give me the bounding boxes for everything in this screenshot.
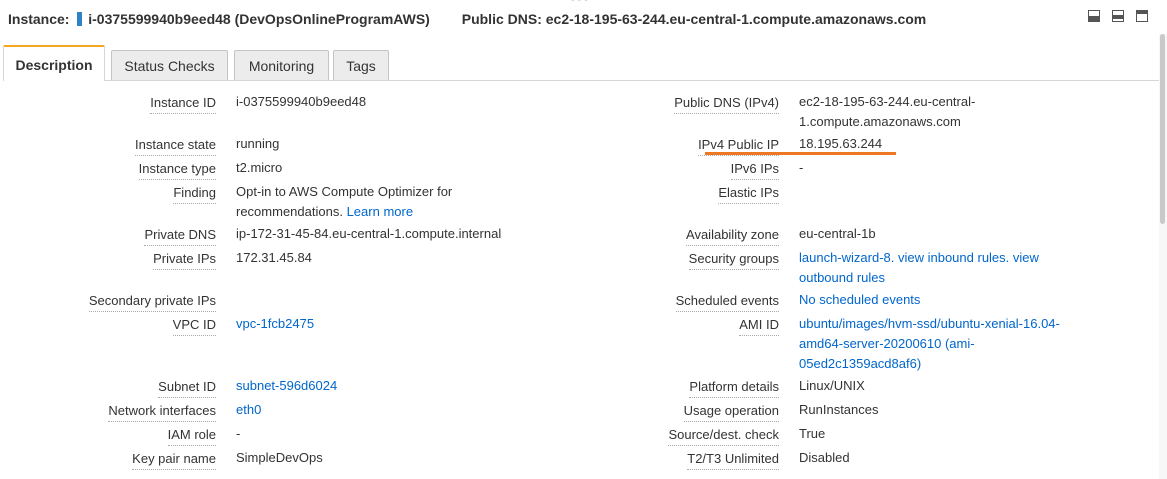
instance-color-marker [77,12,83,26]
label-key-pair-name: Key pair name [132,451,216,470]
label-ami-id: AMI ID [739,317,779,336]
value-public-dns-ipv4: ec2-18-195-63-244.eu-central- 1.compute.… [799,94,976,129]
value-platform-details: Linux/UNIX [799,378,865,393]
tab-monitoring[interactable]: Monitoring [234,50,329,80]
label-ipv6-ips: IPv6 IPs [730,161,779,180]
layout-top-icon[interactable] [1136,10,1148,22]
value-ipv6-ips: - [799,160,804,175]
label-instance-id: Instance ID [150,95,216,114]
label-availability-zone: Availability zone [686,227,779,246]
scrollbar-thumb[interactable] [1160,34,1165,224]
label-instance-state: Instance state [135,137,216,156]
public-dns-label: Public DNS: [461,11,542,27]
network-interface-link[interactable]: eth0 [236,400,261,420]
label-platform-details: Platform details [689,379,779,398]
value-finding: Opt-in to AWS Compute Optimizer for reco… [236,184,453,219]
learn-more-link[interactable]: Learn more [347,204,413,219]
value-t2t3-unlimited: Disabled [799,450,850,465]
label-secondary-private-ips: Secondary private IPs [88,293,216,312]
label-public-dns-ipv4: Public DNS (IPv4) [674,95,779,114]
resize-handle-icon[interactable]: °°° [571,0,591,7]
value-source-dest-check: True [799,426,826,441]
label-finding: Finding [173,185,216,204]
value-instance-type: t2.micro [236,160,283,175]
value-instance-state: running [236,136,280,151]
public-dns-value: ec2-18-195-63-244.eu-central-1.compute.a… [545,11,927,27]
vpc-id-link[interactable]: vpc-1fcb2475 [236,314,314,334]
instance-value: i-0375599940b9eed48 (DevOpsOnlineProgram… [88,11,430,27]
subnet-id-link[interactable]: subnet-596d6024 [236,376,337,396]
label-subnet-id: Subnet ID [158,379,216,398]
tab-tags[interactable]: Tags [333,50,389,80]
layout-split-icon[interactable] [1112,10,1124,22]
label-security-groups: Security groups [688,251,779,270]
label-instance-type: Instance type [138,161,216,180]
layout-bottom-icon[interactable] [1088,10,1100,22]
tab-description[interactable]: Description [3,45,105,81]
value-instance-id: i-0375599940b9eed48 [236,94,367,109]
label-source-dest-check: Source/dest. check [668,427,779,446]
label-private-ips: Private IPs [153,251,216,270]
value-availability-zone: eu-central-1b [799,226,876,241]
instance-header: Instance: i-0375599940b9eed48 (DevOpsOnl… [8,11,926,27]
tab-status-checks[interactable]: Status Checks [111,50,228,80]
label-elastic-ips: Elastic IPs [718,185,779,204]
scheduled-events-link[interactable]: No scheduled events [799,290,920,310]
label-private-dns: Private DNS [144,227,216,246]
label-vpc-id: VPC ID [172,317,216,336]
value-private-dns: ip-172-31-45-84.eu-central-1.compute.int… [236,226,502,241]
value-iam-role: - [236,426,241,441]
value-private-ips: 172.31.45.84 [236,250,312,265]
label-scheduled-events: Scheduled events [675,293,779,312]
annotation-underline [705,152,896,155]
value-ipv4-public-ip: 18.195.63.244 [799,136,883,151]
instance-label: Instance: [8,11,70,27]
value-key-pair-name: SimpleDevOps [236,450,323,465]
label-iam-role: IAM role [167,427,216,446]
label-usage-operation: Usage operation [683,403,779,422]
ami-id-link[interactable]: ubuntu/images/hvm-ssd/ubuntu-xenial-16.0… [799,314,1060,374]
label-t2t3-unlimited: T2/T3 Unlimited [687,451,779,470]
label-network-interfaces: Network interfaces [108,403,216,422]
tab-bar: Description Status Checks Monitoring Tag… [3,45,1163,81]
value-usage-operation: RunInstances [799,402,879,417]
security-groups-links[interactable]: launch-wizard-8. view inbound rules. vie… [799,248,1039,288]
vertical-scrollbar[interactable] [1159,34,1167,479]
